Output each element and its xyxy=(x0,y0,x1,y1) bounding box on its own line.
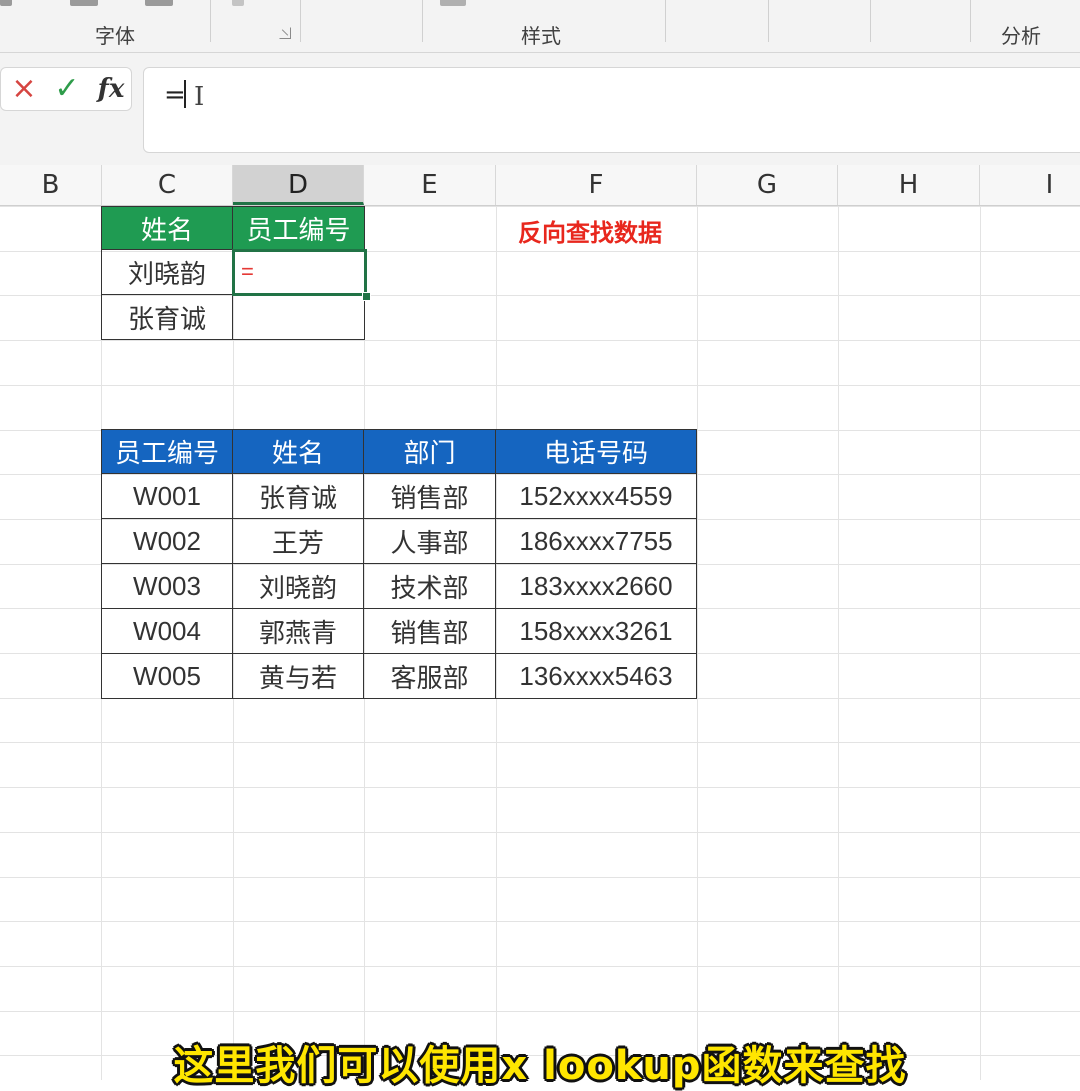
ribbon-group-analysis: 分析 xyxy=(1001,24,1041,48)
source-data-cell[interactable]: 152xxxx4559 xyxy=(496,474,697,519)
lookup-cell-id[interactable] xyxy=(233,295,365,340)
ribbon-control-stub[interactable] xyxy=(145,0,173,6)
source-header-cell[interactable]: 员工编号 xyxy=(101,429,233,474)
active-cell-outline xyxy=(232,249,367,296)
worksheet: B C D E F G H I 姓名 员工编号 刘晓韵 = 张育诚 反向查找数据… xyxy=(0,165,1080,1089)
source-data-cell[interactable]: 王芳 xyxy=(233,519,364,564)
column-header-c[interactable]: C xyxy=(102,165,233,205)
ibeam-cursor-icon: I xyxy=(194,82,205,112)
checkmark-icon[interactable]: ✓ xyxy=(49,72,85,106)
ribbon-group-styles: 样式 xyxy=(521,24,561,48)
grid-row-line xyxy=(0,1010,1080,1012)
formula-input[interactable]: = I xyxy=(143,67,1080,153)
source-data-cell[interactable]: W002 xyxy=(101,519,233,564)
grid-row-line xyxy=(0,876,1080,878)
grid-row-line xyxy=(0,340,1080,342)
source-data-cell[interactable]: 张育诚 xyxy=(233,474,364,519)
grid-column-line xyxy=(838,206,839,1080)
column-header-d[interactable]: D xyxy=(233,165,364,205)
ribbon-control-stub[interactable] xyxy=(440,0,466,6)
lookup-cell-name[interactable]: 刘晓韵 xyxy=(101,250,233,295)
reverse-lookup-note: 反向查找数据 xyxy=(518,219,662,247)
video-subtitle: 这里我们可以使用x lookup函数来查找 xyxy=(173,1043,907,1089)
ribbon-control-stub[interactable] xyxy=(0,0,12,6)
ribbon-group-font: 字体 xyxy=(95,24,135,48)
formula-buttons: × ✓ fx xyxy=(0,67,132,111)
lookup-header-name[interactable]: 姓名 xyxy=(101,206,233,250)
ribbon-divider xyxy=(422,0,423,42)
grid-row-line xyxy=(0,742,1080,744)
ribbon-divider xyxy=(210,0,211,42)
source-data-cell[interactable]: 186xxxx7755 xyxy=(496,519,697,564)
source-data-cell[interactable]: 销售部 xyxy=(364,609,496,654)
source-data-cell[interactable]: 技术部 xyxy=(364,564,496,609)
grid-row-line xyxy=(0,965,1080,967)
column-header-g[interactable]: G xyxy=(697,165,838,205)
ribbon-divider xyxy=(768,0,769,42)
ribbon: 字体 样式 分析 xyxy=(0,0,1080,53)
source-header-cell[interactable]: 部门 xyxy=(364,429,496,474)
lookup-cell-name[interactable]: 张育诚 xyxy=(101,295,233,340)
grid-row-line xyxy=(0,787,1080,789)
text-caret xyxy=(184,80,186,108)
source-data-cell[interactable]: 183xxxx2660 xyxy=(496,564,697,609)
source-data-cell[interactable]: W001 xyxy=(101,474,233,519)
source-data-cell[interactable]: 销售部 xyxy=(364,474,496,519)
source-data-cell[interactable]: W004 xyxy=(101,609,233,654)
insert-function-icon[interactable]: fx xyxy=(93,72,129,106)
formula-bar: × ✓ fx = I xyxy=(0,53,1080,165)
formula-text: = xyxy=(164,80,186,110)
column-header-h[interactable]: H xyxy=(838,165,980,205)
source-data-cell[interactable]: W005 xyxy=(101,654,233,699)
grid-row-line xyxy=(0,831,1080,833)
grid-row-line xyxy=(0,384,1080,386)
column-header-f[interactable]: F xyxy=(496,165,697,205)
source-data-cell[interactable]: W003 xyxy=(101,564,233,609)
column-header-b[interactable]: B xyxy=(0,165,102,205)
ribbon-control-stub[interactable] xyxy=(70,0,98,6)
ribbon-divider xyxy=(870,0,871,42)
ribbon-divider xyxy=(665,0,666,42)
lookup-header-id[interactable]: 员工编号 xyxy=(233,206,365,250)
ribbon-divider xyxy=(970,0,971,42)
source-data-cell[interactable]: 136xxxx5463 xyxy=(496,654,697,699)
source-header-cell[interactable]: 电话号码 xyxy=(496,429,697,474)
source-data-cell[interactable]: 客服部 xyxy=(364,654,496,699)
column-header-i[interactable]: I xyxy=(980,165,1080,205)
source-header-cell[interactable]: 姓名 xyxy=(233,429,364,474)
ribbon-control-stub[interactable] xyxy=(232,0,244,6)
source-data-cell[interactable]: 158xxxx3261 xyxy=(496,609,697,654)
column-header-e[interactable]: E xyxy=(364,165,496,205)
source-data-cell[interactable]: 郭燕青 xyxy=(233,609,364,654)
grid-row-line xyxy=(0,921,1080,923)
ribbon-divider xyxy=(300,0,301,42)
source-data-cell[interactable]: 刘晓韵 xyxy=(233,564,364,609)
grid-column-line xyxy=(980,206,981,1080)
grid-column-line xyxy=(697,206,698,1080)
column-header-row: B C D E F G H I xyxy=(0,165,1080,206)
cancel-icon[interactable]: × xyxy=(7,72,41,106)
source-data-cell[interactable]: 人事部 xyxy=(364,519,496,564)
source-data-cell[interactable]: 黄与若 xyxy=(233,654,364,699)
dialog-launcher-icon[interactable] xyxy=(279,27,291,39)
fill-handle[interactable] xyxy=(362,292,371,301)
